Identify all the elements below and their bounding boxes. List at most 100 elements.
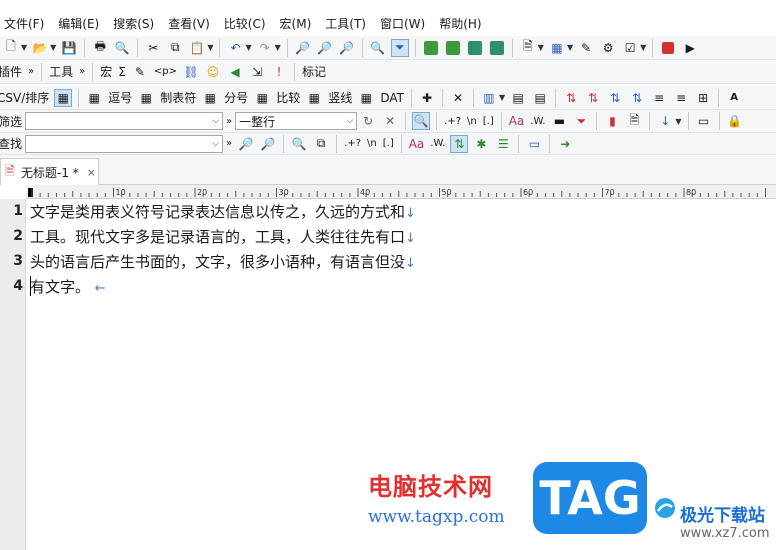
page-icon[interactable]: 🗎: [625, 112, 643, 130]
edit-document-icon[interactable]: ✎: [131, 63, 149, 81]
list-icon[interactable]: ☰: [494, 135, 512, 153]
find-next-icon[interactable]: 🔎: [316, 39, 334, 57]
macro-label[interactable]: 宏: [100, 63, 112, 80]
lock-icon[interactable]: 🔒: [726, 112, 744, 130]
find-in-files-icon[interactable]: 🔍: [369, 39, 387, 57]
checklist-dropdown-icon[interactable]: ▼: [640, 43, 646, 52]
whole-word-toggle[interactable]: .W.: [530, 116, 545, 127]
paste-dropdown-icon[interactable]: ▼: [207, 43, 213, 52]
paragraph-tag-icon[interactable]: <p>: [154, 66, 177, 77]
arrow-down-icon[interactable]: ↓: [656, 112, 674, 130]
sigma-icon[interactable]: Σ: [118, 65, 126, 79]
sort-length-icon[interactable]: ≡: [650, 89, 668, 107]
document-tab[interactable]: 🗎 无标题-1 * ×: [0, 158, 99, 185]
undo-icon[interactable]: ↶: [226, 39, 244, 57]
columns-icon[interactable]: ▥: [480, 89, 498, 107]
chevron-down-icon[interactable]: ⌵: [346, 116, 353, 126]
clear-filter-icon[interactable]: ⏷: [572, 112, 590, 130]
redo-dropdown-icon[interactable]: ▼: [275, 43, 281, 52]
checklist-icon[interactable]: ☑: [621, 39, 639, 57]
arrow-dropdown-icon[interactable]: ▼: [675, 117, 681, 126]
paste-icon[interactable]: 📋: [188, 39, 206, 57]
more-icon[interactable]: ▶: [681, 39, 699, 57]
sync-icon[interactable]: [466, 39, 484, 57]
newline-toggle[interactable]: \n: [367, 138, 377, 149]
minus-icon[interactable]: ▬: [550, 112, 568, 130]
users-icon[interactable]: ☺: [204, 63, 222, 81]
filter-input[interactable]: ⌵: [25, 112, 224, 130]
tools-label[interactable]: 工具: [49, 63, 73, 80]
sort-num-asc-icon[interactable]: ⇅: [606, 89, 624, 107]
highlight-icon[interactable]: ✱: [472, 135, 490, 153]
filter-mode-select[interactable]: 一整行 ⌵: [235, 112, 358, 130]
menu-view[interactable]: 查看(V): [168, 15, 210, 32]
refresh-icon[interactable]: ↻: [359, 112, 377, 130]
pipe-label[interactable]: 竖线: [328, 89, 352, 106]
columns-dropdown-icon[interactable]: ▼: [499, 93, 505, 102]
text-line[interactable]: 工具。现代文字多是记录语言的，工具，人类往往先有口↓: [30, 226, 416, 247]
go-icon[interactable]: ➜: [556, 135, 574, 153]
edit-icon[interactable]: ✎: [577, 39, 595, 57]
new-file-icon[interactable]: 🗋: [2, 39, 20, 57]
search-icon[interactable]: 🔍: [290, 135, 308, 153]
clear-icon[interactable]: ✕: [381, 112, 399, 130]
compare-label[interactable]: 比较: [276, 89, 300, 106]
copy-icon[interactable]: ⧉: [166, 39, 184, 57]
font-icon[interactable]: A: [725, 89, 743, 107]
chevron-down-icon[interactable]: ⌵: [212, 139, 219, 149]
tab-separator-label[interactable]: 制表符: [160, 89, 196, 106]
save-icon[interactable]: 💾: [60, 39, 78, 57]
brackets-toggle[interactable]: [.]: [383, 138, 394, 149]
bookmark-icon[interactable]: ▮: [603, 112, 621, 130]
menu-compare[interactable]: 比较(C): [224, 15, 266, 32]
go-back-icon[interactable]: ◀: [226, 63, 244, 81]
compare-icon[interactable]: [444, 39, 462, 57]
refresh-icon[interactable]: [488, 39, 506, 57]
split-icon[interactable]: [422, 39, 440, 57]
windows-icon[interactable]: ▦: [548, 39, 566, 57]
chevron-down-icon[interactable]: ⌵: [212, 116, 219, 126]
regex-toggle[interactable]: .+?: [444, 116, 461, 127]
table-icon[interactable]: ▦: [357, 89, 375, 107]
new-dropdown-icon[interactable]: ▼: [21, 43, 27, 52]
filter-icon[interactable]: ⏷: [390, 38, 409, 57]
sort-az-icon[interactable]: ⇅: [562, 89, 580, 107]
print-icon[interactable]: 🖶: [91, 39, 109, 57]
menu-window[interactable]: 窗口(W): [380, 15, 425, 32]
brackets-toggle[interactable]: [.]: [483, 116, 494, 127]
chevron-right-icon[interactable]: »: [226, 116, 232, 127]
sort-custom-icon[interactable]: ⊞: [694, 89, 712, 107]
mark-label[interactable]: 标记: [302, 63, 326, 80]
print-preview-icon[interactable]: 🔍: [113, 39, 131, 57]
cursor-icon[interactable]: ⇲: [248, 63, 266, 81]
column-right-icon[interactable]: ▤: [531, 89, 549, 107]
redo-icon[interactable]: ↷: [256, 39, 274, 57]
open-dropdown-icon[interactable]: ▼: [50, 43, 56, 52]
table-icon[interactable]: ▦: [85, 89, 103, 107]
column-left-icon[interactable]: ▤: [509, 89, 527, 107]
text-line[interactable]: 头的语言后产生书面的，文字，很多小语种，有语言但没↓: [30, 251, 416, 272]
document-dropdown-icon[interactable]: ▼: [538, 43, 544, 52]
whole-word-toggle[interactable]: .W.: [430, 138, 445, 149]
link-icon[interactable]: ⛓: [182, 63, 200, 81]
regex-toggle[interactable]: .+?: [344, 138, 361, 149]
menu-edit[interactable]: 编辑(E): [58, 15, 99, 32]
sort-lines-icon[interactable]: ≡: [672, 89, 690, 107]
swap-icon[interactable]: ⇅: [450, 134, 469, 153]
grid-icon[interactable]: ▦: [54, 88, 73, 107]
chevron-right-icon[interactable]: »: [226, 138, 232, 149]
document-icon[interactable]: 🗎: [519, 39, 537, 57]
table-icon[interactable]: ▦: [253, 89, 271, 107]
sort-za-icon[interactable]: ⇅: [584, 89, 602, 107]
text-line[interactable]: 有文字。 ←: [30, 276, 106, 297]
table-icon[interactable]: ▦: [305, 89, 323, 107]
undo-dropdown-icon[interactable]: ▼: [245, 43, 251, 52]
exclamation-icon[interactable]: !: [270, 63, 288, 81]
sort-num-desc-icon[interactable]: ⇅: [628, 89, 646, 107]
find-next-icon[interactable]: 🔎: [237, 135, 255, 153]
menu-macro[interactable]: 宏(M): [280, 15, 312, 32]
cut-icon[interactable]: ✂: [144, 39, 162, 57]
find-input[interactable]: ⌵: [25, 134, 224, 153]
match-case-toggle[interactable]: Aa: [409, 137, 425, 151]
chevron-right-icon[interactable]: »: [79, 66, 85, 77]
